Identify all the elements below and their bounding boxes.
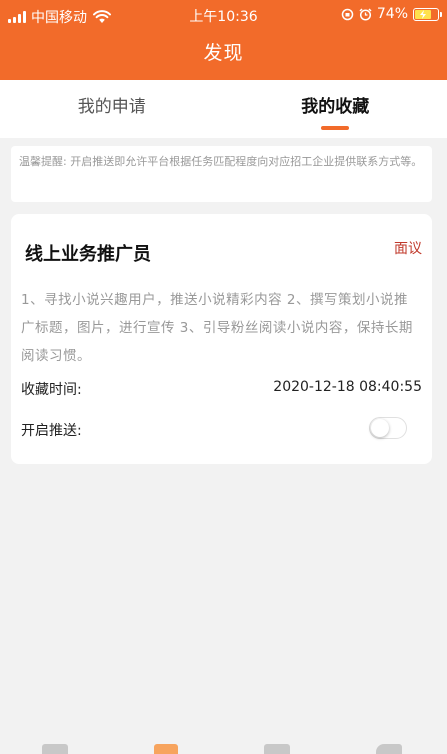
status-bar: 中国移动 上午10:36 74% — [0, 0, 447, 30]
battery-fill — [415, 9, 432, 19]
orientation-lock-icon — [341, 8, 354, 20]
favorite-time-label: 收藏时间: — [21, 382, 82, 398]
tab-bar: 我的申请 我的收藏 — [0, 80, 447, 138]
toggle-knob — [371, 419, 389, 437]
tab-my-favorites[interactable]: 我的收藏 — [224, 80, 447, 138]
bottom-tab-messages-icon[interactable] — [264, 744, 290, 754]
job-description: 1、寻找小说兴趣用户，推送小说精彩内容 2、撰写策划小说推广标题，图片，进行宣传… — [21, 292, 413, 364]
bottom-tab-bar — [0, 740, 447, 754]
favorite-job-card[interactable]: 线上业务推广员 面议 1、寻找小说兴趣用户，推送小说精彩内容 2、撰写策划小说推… — [11, 214, 432, 464]
app-screen: 中国移动 上午10:36 74% 发现 我的申请 我的收藏 温馨提醒: 开启推送… — [0, 0, 447, 754]
page-title: 发现 — [203, 42, 244, 64]
job-title: 线上业务推广员 — [25, 244, 151, 265]
bottom-tab-discover-icon[interactable] — [154, 744, 178, 754]
push-toggle-label: 开启推送: — [21, 423, 82, 439]
battery-percent: 74% — [376, 6, 408, 22]
charging-bolt-icon — [420, 9, 427, 19]
status-right: 74% — [341, 6, 442, 22]
active-tab-indicator — [321, 126, 350, 130]
bottom-tab-profile-icon[interactable] — [376, 744, 402, 754]
tab-my-applications[interactable]: 我的申请 — [0, 80, 224, 138]
nav-bar: 发现 — [0, 30, 447, 80]
salary-negotiable-label: 面议 — [394, 241, 422, 257]
favorite-time-value: 2020-12-18 08:40:55 — [273, 379, 422, 395]
push-notice: 温馨提醒: 开启推送即允许平台根据任务匹配程度向对应招工企业提供联系方式等。 — [11, 146, 432, 202]
push-toggle[interactable] — [369, 417, 407, 439]
tab-label: 我的申请 — [77, 97, 146, 117]
bottom-tab-home-icon[interactable] — [42, 744, 68, 754]
alarm-icon — [359, 7, 372, 21]
battery-icon — [413, 7, 442, 21]
